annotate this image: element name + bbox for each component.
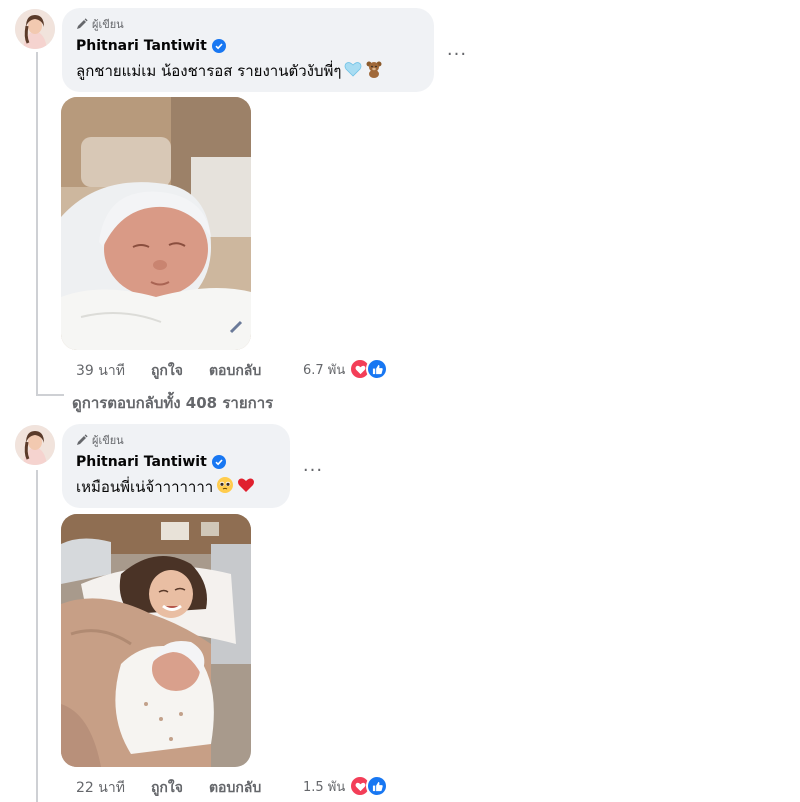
reply-button[interactable]: ตอบกลับ bbox=[209, 777, 261, 799]
comment-text: ลูกชายแม่เม น้องชารอส รายงานตัวงับพี่ๆ bbox=[76, 62, 342, 80]
comment-timestamp[interactable]: 22 นาที bbox=[76, 777, 125, 799]
reaction-summary[interactable]: 1.5 พัน bbox=[303, 775, 389, 797]
pencil-icon bbox=[77, 434, 88, 445]
comment-text: เหมือนพี่เน่จ้าาาาาาา bbox=[76, 478, 214, 496]
pleading-face-icon bbox=[216, 476, 234, 498]
verified-badge-icon bbox=[211, 39, 226, 53]
like-reaction-icon bbox=[366, 775, 389, 797]
comment-actions: 39 นาที ถูกใจ ตอบกลับ bbox=[76, 360, 287, 382]
pencil-icon bbox=[77, 18, 88, 29]
red-heart-icon bbox=[237, 476, 255, 498]
author-badge-label: ผู้เขียน bbox=[92, 434, 124, 447]
more-options-button[interactable]: ... bbox=[298, 457, 328, 475]
author-name[interactable]: Phitnari Tantiwit bbox=[76, 454, 207, 470]
reaction-count: 6.7 พัน bbox=[303, 362, 346, 378]
reaction-summary[interactable]: 6.7 พัน bbox=[303, 358, 389, 380]
author-badge: ผู้เขียน bbox=[76, 16, 420, 32]
teddy-bear-icon bbox=[365, 60, 383, 82]
comment-bubble: ผู้เขียน Phitnari Tantiwit เหมือนพี่เน่จ… bbox=[62, 424, 290, 508]
thread-line bbox=[36, 52, 38, 396]
like-button[interactable]: ถูกใจ bbox=[151, 777, 183, 799]
author-badge: ผู้เขียน bbox=[76, 432, 276, 448]
avatar[interactable] bbox=[15, 9, 55, 49]
reply-button[interactable]: ตอบกลับ bbox=[209, 360, 261, 382]
like-reaction-icon bbox=[366, 358, 389, 380]
thread-line-curve bbox=[36, 394, 64, 396]
avatar[interactable] bbox=[15, 425, 55, 465]
comment-bubble: ผู้เขียน Phitnari Tantiwit ลูกชายแม่เม น… bbox=[62, 8, 434, 92]
verified-badge-icon bbox=[211, 455, 226, 469]
author-name[interactable]: Phitnari Tantiwit bbox=[76, 38, 207, 54]
comment-timestamp[interactable]: 39 นาที bbox=[76, 360, 125, 382]
newborn-baby-sleeping-photo[interactable] bbox=[61, 97, 251, 350]
view-all-replies-link[interactable]: ดูการตอบกลับทั้ง 408 รายการ bbox=[72, 391, 273, 415]
thread-line bbox=[36, 470, 38, 802]
comment-actions: 22 นาที ถูกใจ ตอบกลับ bbox=[76, 777, 287, 799]
mother-with-newborn-in-hospital-bed-photo[interactable] bbox=[61, 514, 251, 767]
light-blue-heart-icon bbox=[344, 60, 362, 82]
more-options-button[interactable]: ... bbox=[442, 41, 472, 59]
like-button[interactable]: ถูกใจ bbox=[151, 360, 183, 382]
author-badge-label: ผู้เขียน bbox=[92, 18, 124, 31]
reaction-count: 1.5 พัน bbox=[303, 779, 346, 795]
